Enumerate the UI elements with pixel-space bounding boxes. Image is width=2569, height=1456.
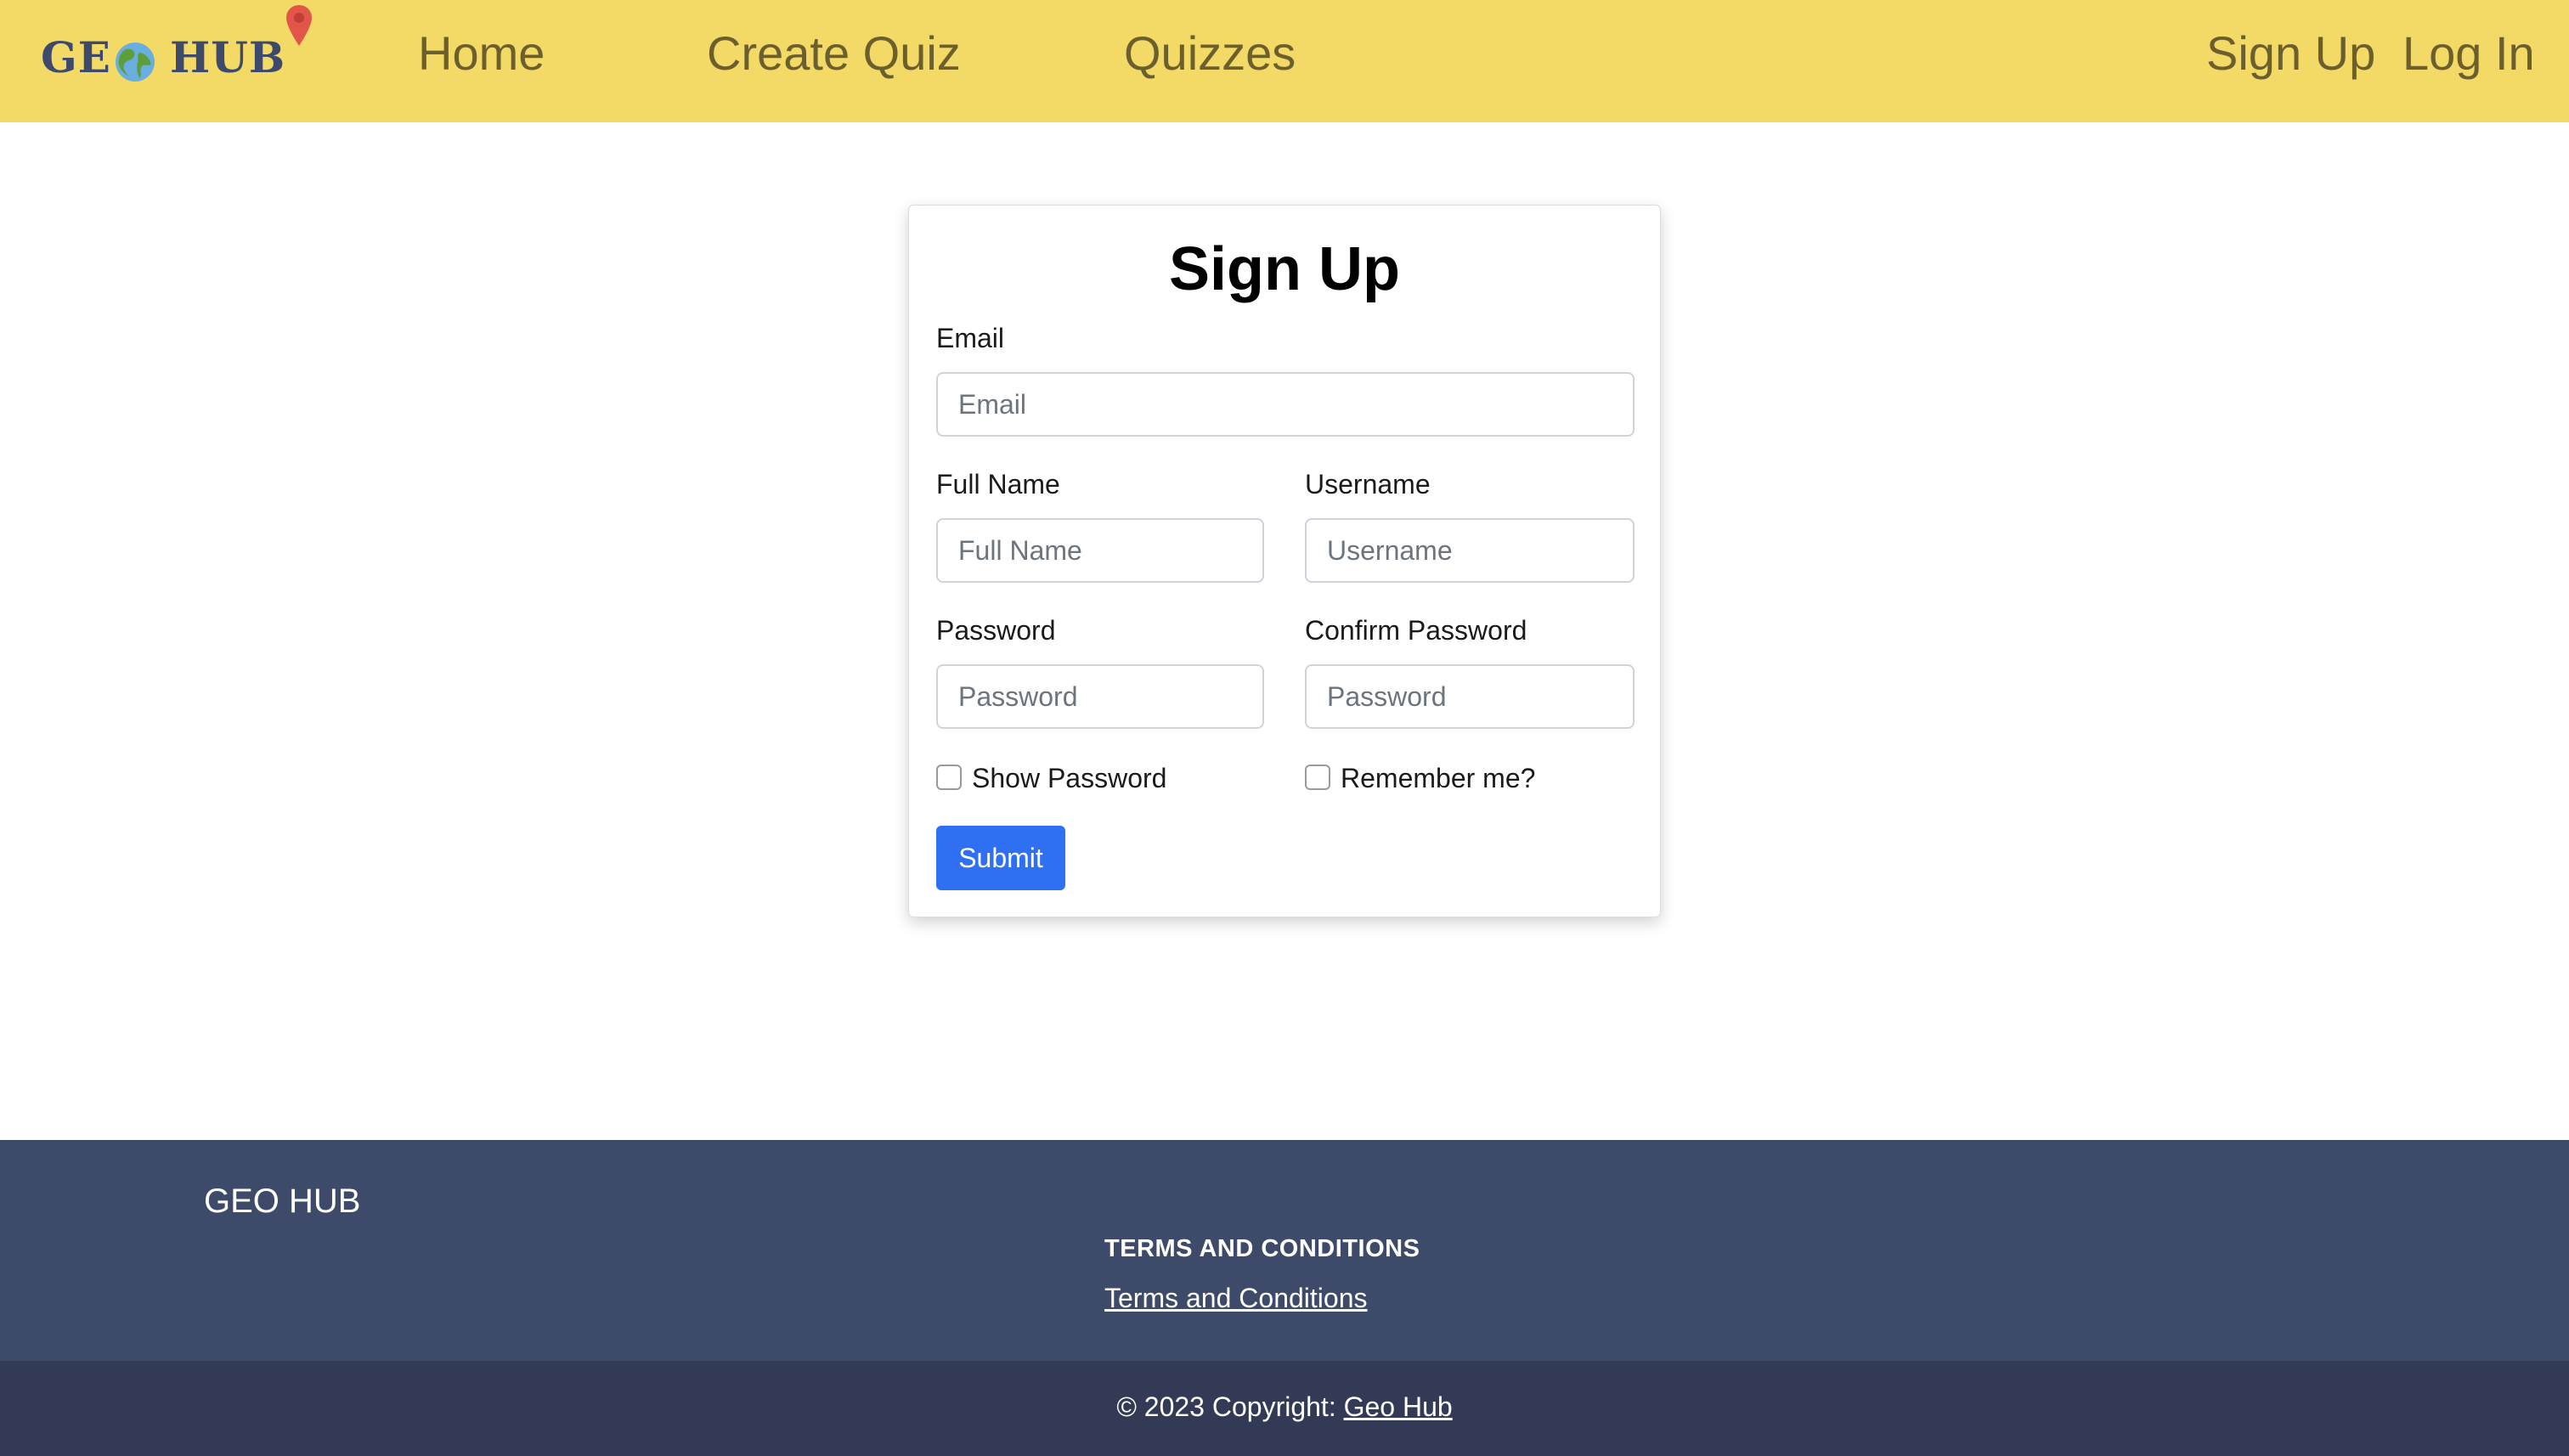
remember-me-label[interactable]: Remember me? xyxy=(1341,763,1535,794)
page: GE HUB Home Create Quiz Quizzes Sign Up … xyxy=(0,0,2569,1456)
password-label: Password xyxy=(936,615,1056,646)
username-label: Username xyxy=(1305,469,1431,499)
logo-text-geo: GE xyxy=(41,32,111,82)
footer-brand: GEO HUB xyxy=(204,1182,361,1220)
email-label: Email xyxy=(936,323,1005,353)
confirm-password-input[interactable] xyxy=(1305,664,1635,729)
footer-terms-heading: TERMS AND CONDITIONS xyxy=(1104,1235,1420,1262)
copyright-link[interactable]: Geo Hub xyxy=(1344,1391,1453,1422)
full-name-input[interactable] xyxy=(936,518,1264,583)
remember-me-checkbox[interactable] xyxy=(1305,765,1330,790)
username-input[interactable] xyxy=(1305,518,1635,583)
submit-button[interactable]: Submit xyxy=(936,826,1065,890)
footer: GEO HUB TERMS AND CONDITIONS Terms and C… xyxy=(0,1140,2569,1361)
show-password-label[interactable]: Show Password xyxy=(972,763,1166,794)
copyright-bar: © 2023 Copyright: Geo Hub xyxy=(0,1361,2569,1456)
sign-up-form: Sign Up Email Full Name Username Passwor… xyxy=(908,205,1661,917)
logo[interactable]: GE HUB xyxy=(41,0,312,93)
nav-create-quiz-link[interactable]: Create Quiz xyxy=(707,25,961,81)
nav-log-in-link[interactable]: Log In xyxy=(2402,25,2535,81)
copyright-text: © 2023 Copyright: Geo Hub xyxy=(0,1391,2569,1423)
footer-terms-link[interactable]: Terms and Conditions xyxy=(1104,1283,1367,1314)
navbar: GE HUB Home Create Quiz Quizzes Sign Up … xyxy=(0,0,2569,122)
show-password-checkbox[interactable] xyxy=(936,765,962,790)
confirm-password-label: Confirm Password xyxy=(1305,615,1527,646)
nav-quizzes-link[interactable]: Quizzes xyxy=(1124,25,1296,81)
email-input[interactable] xyxy=(936,372,1635,437)
nav-home-link[interactable]: Home xyxy=(418,25,545,81)
password-input[interactable] xyxy=(936,664,1264,729)
copyright-prefix: © 2023 Copyright: xyxy=(1116,1391,1344,1422)
map-pin-icon xyxy=(286,5,312,46)
nav-sign-up-link[interactable]: Sign Up xyxy=(2206,25,2375,81)
full-name-label: Full Name xyxy=(936,469,1060,499)
form-title: Sign Up xyxy=(1169,235,1400,303)
globe-icon xyxy=(116,42,155,82)
logo-text-hub: HUB xyxy=(170,32,286,82)
